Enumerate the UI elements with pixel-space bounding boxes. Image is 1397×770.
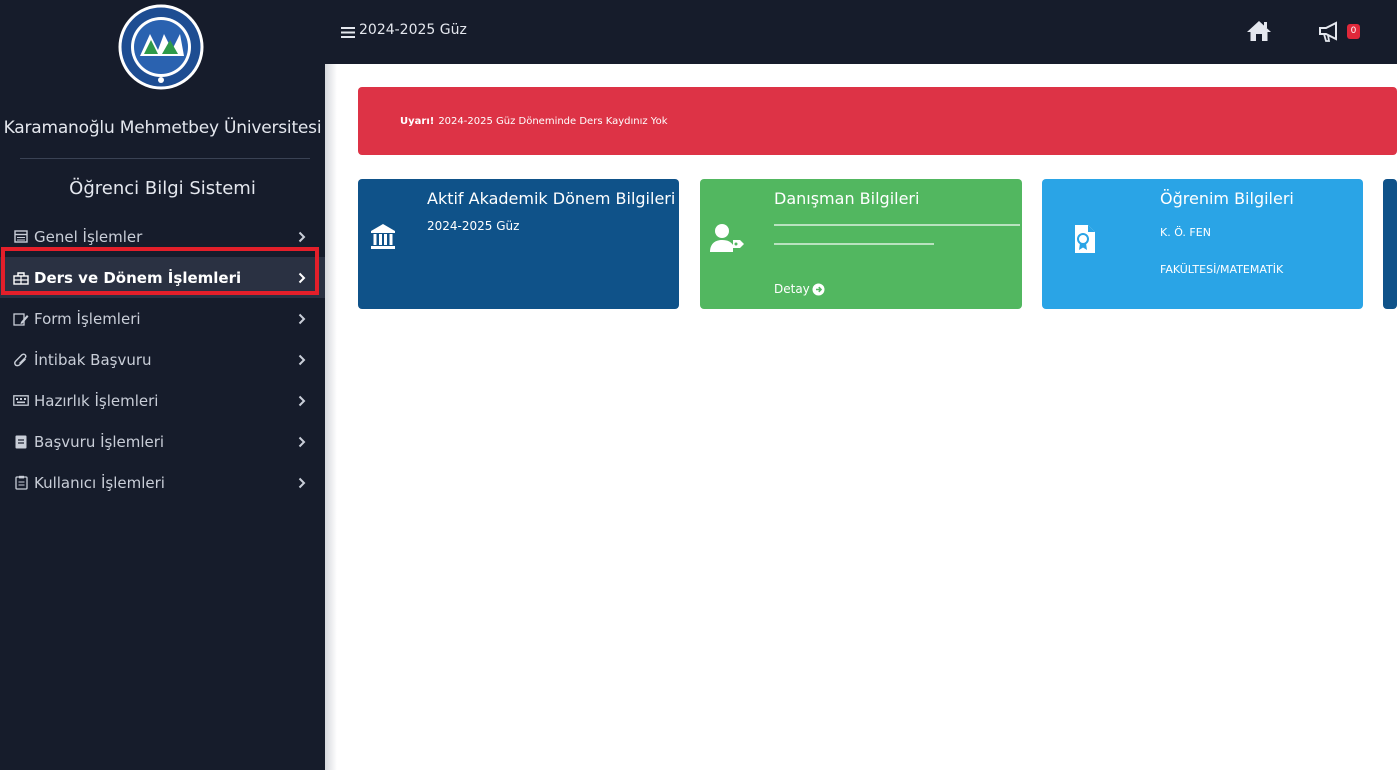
card-faculty-line: K. Ö. FEN [1160, 226, 1211, 239]
next-card-edge[interactable] [1383, 179, 1397, 309]
calendar-icon [12, 228, 30, 246]
sidebar-item-label: Genel İşlemler [34, 227, 143, 246]
detail-link-label: Detay [774, 282, 810, 296]
sidebar-item-genel-islemler[interactable]: Genel İşlemler [0, 216, 325, 257]
advisor-card[interactable]: Danışman Bilgileri Detay [700, 179, 1022, 309]
sidebar: Karamanoğlu Mehmetbey Üniversitesi Öğren… [0, 0, 325, 770]
card-title: Aktif Akademik Dönem Bilgileri [427, 189, 676, 208]
menu-toggle-icon[interactable] [341, 24, 355, 38]
building-icon [12, 269, 30, 287]
redacted-advisor-email [774, 243, 934, 245]
user-tag-icon [709, 223, 745, 257]
sidebar-item-form-islemleri[interactable]: Form İşlemleri [0, 298, 325, 339]
sidebar-item-hazirlik-islemleri[interactable]: Hazırlık İşlemleri [0, 380, 325, 421]
sidebar-item-kullanici-islemleri[interactable]: Kullanıcı İşlemleri [0, 462, 325, 503]
keyboard-icon [12, 392, 30, 410]
sidebar-item-label: Kullanıcı İşlemleri [34, 473, 165, 492]
sidebar-menu: Genel İşlemler Ders ve Dönem İşlemleri F… [0, 216, 325, 503]
topbar: 2024-2025 Güz 0 [325, 0, 1397, 64]
card-title: Danışman Bilgileri [774, 189, 920, 208]
sidebar-item-label: Hazırlık İşlemleri [34, 391, 159, 410]
system-title: Öğrenci Bilgi Sistemi [69, 178, 256, 199]
chevron-right-icon [295, 312, 309, 326]
form-edit-icon [12, 310, 30, 328]
university-name: Karamanoğlu Mehmetbey Üniversitesi [3, 118, 322, 138]
academic-term-card[interactable]: Aktif Akademik Dönem Bilgileri 2024-2025… [358, 179, 679, 309]
arrow-circle-right-icon [812, 283, 825, 296]
redacted-advisor-name [774, 224, 1020, 226]
chevron-right-icon [295, 230, 309, 244]
university-logo[interactable] [118, 4, 204, 90]
clipboard-icon [12, 474, 30, 492]
content-edge-shadow [325, 64, 337, 770]
warning-alert: Uyarı! 2024-2025 Güz Döneminde Ders Kayd… [358, 87, 1397, 155]
sidebar-item-label: İntibak Başvuru [34, 350, 152, 369]
paperclip-icon [12, 351, 30, 369]
card-department-line: FAKÜLTESİ/MATEMATİK [1160, 263, 1284, 276]
sidebar-item-label: Form İşlemleri [34, 309, 141, 328]
notification-badge: 0 [1347, 24, 1360, 39]
active-term: 2024-2025 Güz [359, 22, 467, 38]
card-title: Öğrenim Bilgileri [1160, 189, 1294, 208]
chevron-right-icon [295, 394, 309, 408]
megaphone-icon[interactable] [1317, 20, 1345, 44]
sidebar-item-intibak-basvuru[interactable]: İntibak Başvuru [0, 339, 325, 380]
chevron-right-icon [295, 435, 309, 449]
home-icon[interactable] [1245, 18, 1273, 44]
document-icon [12, 433, 30, 451]
sidebar-item-label: Ders ve Dönem İşlemleri [34, 268, 242, 287]
card-value: 2024-2025 Güz [427, 219, 520, 233]
sidebar-item-basvuru-islemleri[interactable]: Başvuru İşlemleri [0, 421, 325, 462]
institution-icon [370, 223, 396, 255]
chevron-right-icon [295, 353, 309, 367]
certificate-icon [1073, 224, 1097, 258]
sidebar-divider [20, 158, 310, 159]
chevron-right-icon [295, 476, 309, 490]
detail-link[interactable]: Detay [774, 282, 825, 296]
alert-message: 2024-2025 Güz Döneminde Ders Kaydınız Yo… [438, 115, 668, 127]
chevron-right-icon [295, 271, 309, 285]
sidebar-item-label: Başvuru İşlemleri [34, 432, 165, 451]
alert-prefix: Uyarı! [400, 115, 435, 127]
sidebar-item-ders-ve-donem-islemleri[interactable]: Ders ve Dönem İşlemleri [0, 257, 325, 298]
education-card[interactable]: Öğrenim Bilgileri K. Ö. FEN FAKÜLTESİ/MA… [1042, 179, 1363, 309]
